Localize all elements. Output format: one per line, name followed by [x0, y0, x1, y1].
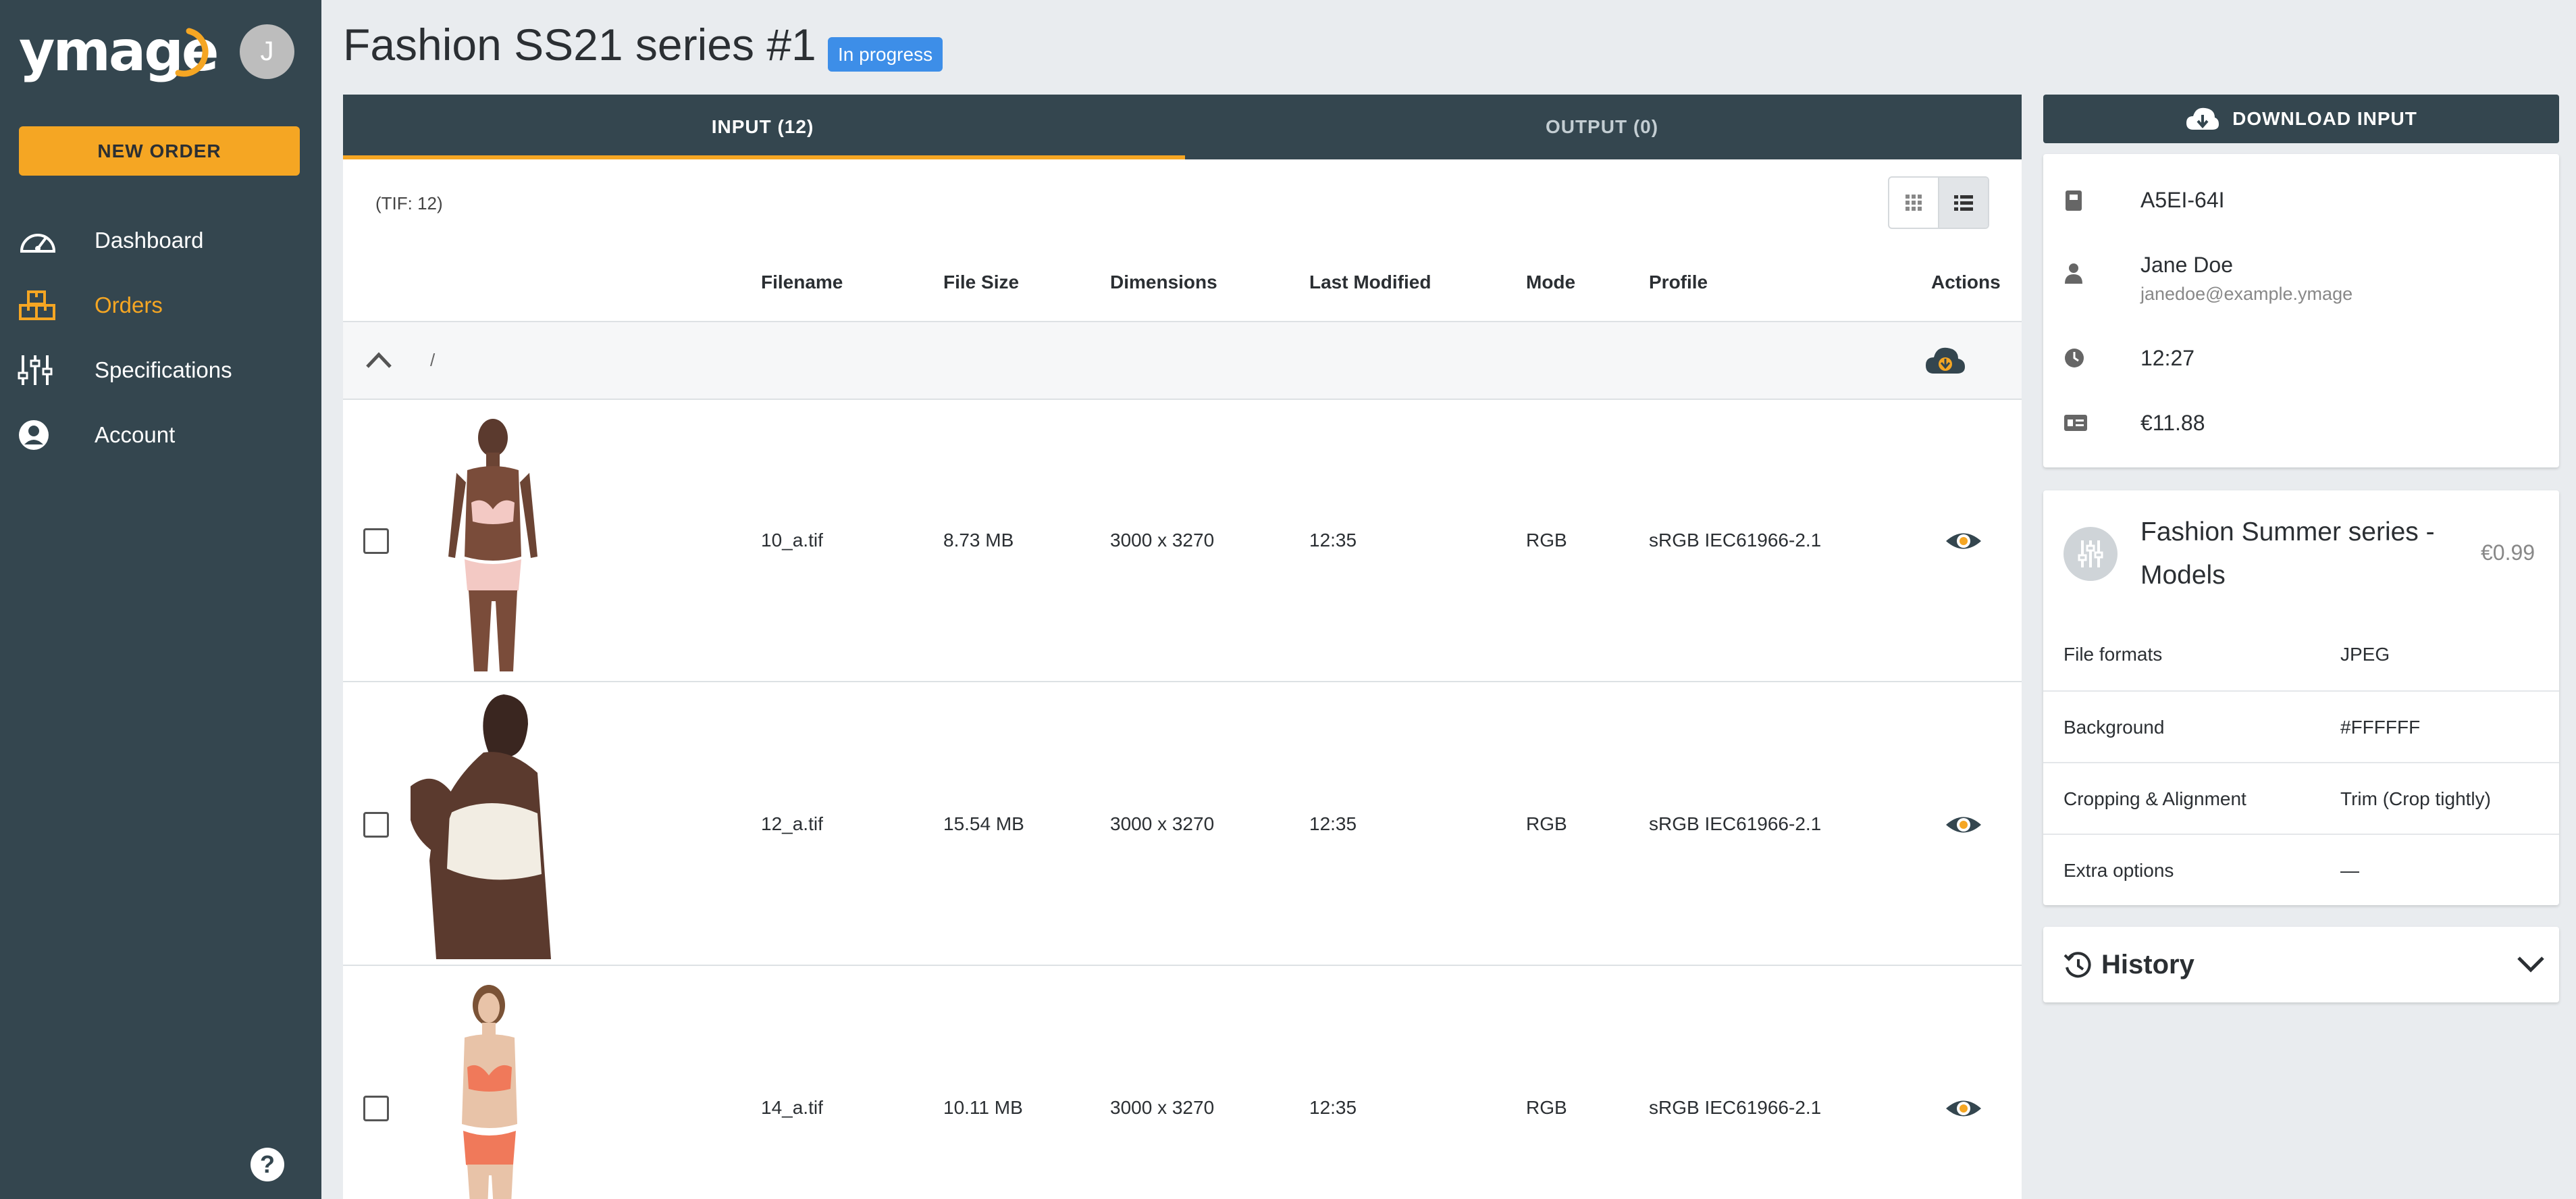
- order-info-card: A5EI-64I Jane Doe janedoe@example.ymage …: [2043, 154, 2559, 467]
- filename-cell: 12_a.tif: [761, 813, 823, 834]
- file-type-summary: (TIF: 12): [375, 193, 443, 213]
- history-icon: [2064, 952, 2091, 978]
- specification-price: €0.99: [2481, 540, 2535, 565]
- logo-arc-icon: [175, 28, 209, 77]
- list-view-button[interactable]: [1938, 178, 1988, 228]
- download-input-button[interactable]: DOWNLOAD INPUT: [2043, 95, 2559, 143]
- model-thumbnail-image: [409, 692, 571, 959]
- spec-avatar: [2064, 527, 2118, 581]
- tab-output[interactable]: OUTPUT (0): [1182, 95, 2022, 159]
- profile-cell: sRGB IEC61966-2.1: [1649, 813, 1822, 834]
- sidebar: ymage J NEW ORDER Dashboard Orders Speci…: [0, 0, 321, 1199]
- folder-row: /: [343, 322, 2022, 399]
- clock-icon: [2065, 349, 2084, 367]
- cloud-download-icon[interactable]: [1924, 344, 1966, 376]
- history-title: History: [2101, 950, 2194, 979]
- order-time: 12:27: [2140, 346, 2195, 370]
- chevron-down-icon[interactable]: [2516, 954, 2546, 974]
- file-size-cell: 15.54 MB: [943, 813, 1024, 834]
- new-order-button[interactable]: NEW ORDER: [19, 126, 300, 176]
- history-panel[interactable]: History: [2043, 927, 2559, 1002]
- status-badge: In progress: [828, 37, 943, 72]
- table-row[interactable]: 14_a.tif 10.11 MB 3000 x 3270 12:35 RGB …: [343, 967, 2022, 1199]
- row-checkbox[interactable]: [363, 1096, 389, 1121]
- sliders-icon: [2078, 540, 2103, 567]
- mode-cell: RGB: [1526, 530, 1567, 551]
- specification-card[interactable]: Fashion Summer series - Models €0.99 Fil…: [2043, 490, 2559, 905]
- profile-cell: sRGB IEC61966-2.1: [1649, 1097, 1822, 1118]
- customer-name: Jane Doe: [2140, 253, 2233, 277]
- dimensions-cell: 3000 x 3270: [1110, 1097, 1215, 1118]
- column-header-actions: Actions: [1931, 272, 2001, 292]
- sidebar-item-dashboard[interactable]: Dashboard: [0, 213, 321, 267]
- column-header-mode[interactable]: Mode: [1526, 272, 1575, 293]
- person-icon: [2065, 263, 2082, 284]
- spec-row-cropping: Cropping & Alignment Trim (Crop tightly): [2043, 762, 2559, 834]
- column-header-profile[interactable]: Profile: [1649, 272, 1708, 293]
- row-checkbox[interactable]: [363, 812, 389, 838]
- dimensions-cell: 3000 x 3270: [1110, 530, 1215, 551]
- preview-eye-icon[interactable]: [1945, 1097, 1982, 1120]
- order-id: A5EI-64I: [2140, 188, 2225, 212]
- table-row[interactable]: 12_a.tif 15.54 MB 3000 x 3270 12:35 RGB …: [343, 684, 2022, 966]
- view-toggle: [1888, 176, 1989, 229]
- column-header-file-size[interactable]: File Size: [943, 272, 1019, 293]
- order-price: €11.88: [2140, 411, 2205, 435]
- profile-cell: sRGB IEC61966-2.1: [1649, 530, 1822, 551]
- grid-view-button[interactable]: [1889, 178, 1938, 228]
- customer-email[interactable]: janedoe@example.ymage: [2140, 284, 2352, 305]
- invoice-icon: [2064, 415, 2087, 431]
- spec-row-file-formats: File formats JPEG: [2064, 644, 2390, 665]
- column-header-dimensions[interactable]: Dimensions: [1110, 272, 1217, 293]
- file-panel: INPUT (12) OUTPUT (0) (TIF: 12) Filename…: [343, 95, 2022, 1199]
- speedometer-icon: [20, 234, 56, 253]
- last-modified-cell: 12:35: [1309, 530, 1357, 551]
- tab-bar: INPUT (12) OUTPUT (0): [343, 95, 2022, 159]
- page-title: Fashion SS21 series #1: [343, 20, 816, 70]
- tab-input[interactable]: INPUT (12): [343, 95, 1182, 159]
- list-icon: [1954, 195, 1973, 211]
- boxes-icon: [19, 290, 55, 320]
- model-thumbnail-image: [409, 975, 571, 1199]
- preview-eye-icon[interactable]: [1945, 813, 1982, 836]
- column-header-filename[interactable]: Filename: [761, 272, 843, 293]
- mode-cell: RGB: [1526, 813, 1567, 834]
- filename-cell: 14_a.tif: [761, 1097, 823, 1118]
- table-row[interactable]: 10_a.tif 8.73 MB 3000 x 3270 12:35 RGB s…: [343, 400, 2022, 682]
- model-thumbnail-image: [409, 408, 571, 675]
- grid-icon: [1905, 195, 1922, 211]
- chevron-up-icon[interactable]: [365, 351, 393, 369]
- active-tab-indicator: [343, 155, 1185, 159]
- filename-cell: 10_a.tif: [761, 530, 823, 551]
- spec-row-extra-options: Extra options —: [2043, 834, 2559, 905]
- preview-eye-icon[interactable]: [1945, 530, 1982, 553]
- user-avatar[interactable]: J: [240, 24, 294, 79]
- last-modified-cell: 12:35: [1309, 1097, 1357, 1118]
- sliders-icon: [18, 355, 53, 385]
- book-icon: [2066, 190, 2082, 211]
- mode-cell: RGB: [1526, 1097, 1567, 1118]
- file-size-cell: 8.73 MB: [943, 530, 1014, 551]
- spec-row-background: Background #FFFFFF: [2043, 690, 2559, 762]
- dimensions-cell: 3000 x 3270: [1110, 813, 1215, 834]
- specification-title: Fashion Summer series - Models: [2140, 517, 2435, 590]
- cloud-download-icon: [2186, 107, 2219, 130]
- sidebar-item-account[interactable]: Account: [0, 408, 321, 462]
- file-size-cell: 10.11 MB: [943, 1097, 1023, 1118]
- last-modified-cell: 12:35: [1309, 813, 1357, 834]
- row-checkbox[interactable]: [363, 528, 389, 554]
- sidebar-item-specifications[interactable]: Specifications: [0, 343, 321, 397]
- column-header-last-modified[interactable]: Last Modified: [1309, 272, 1431, 293]
- folder-path: /: [430, 350, 436, 370]
- sidebar-item-orders[interactable]: Orders: [0, 278, 321, 332]
- help-icon[interactable]: ?: [251, 1148, 284, 1181]
- ymage-logo[interactable]: ymage: [19, 15, 219, 89]
- account-circle-icon: [19, 420, 49, 450]
